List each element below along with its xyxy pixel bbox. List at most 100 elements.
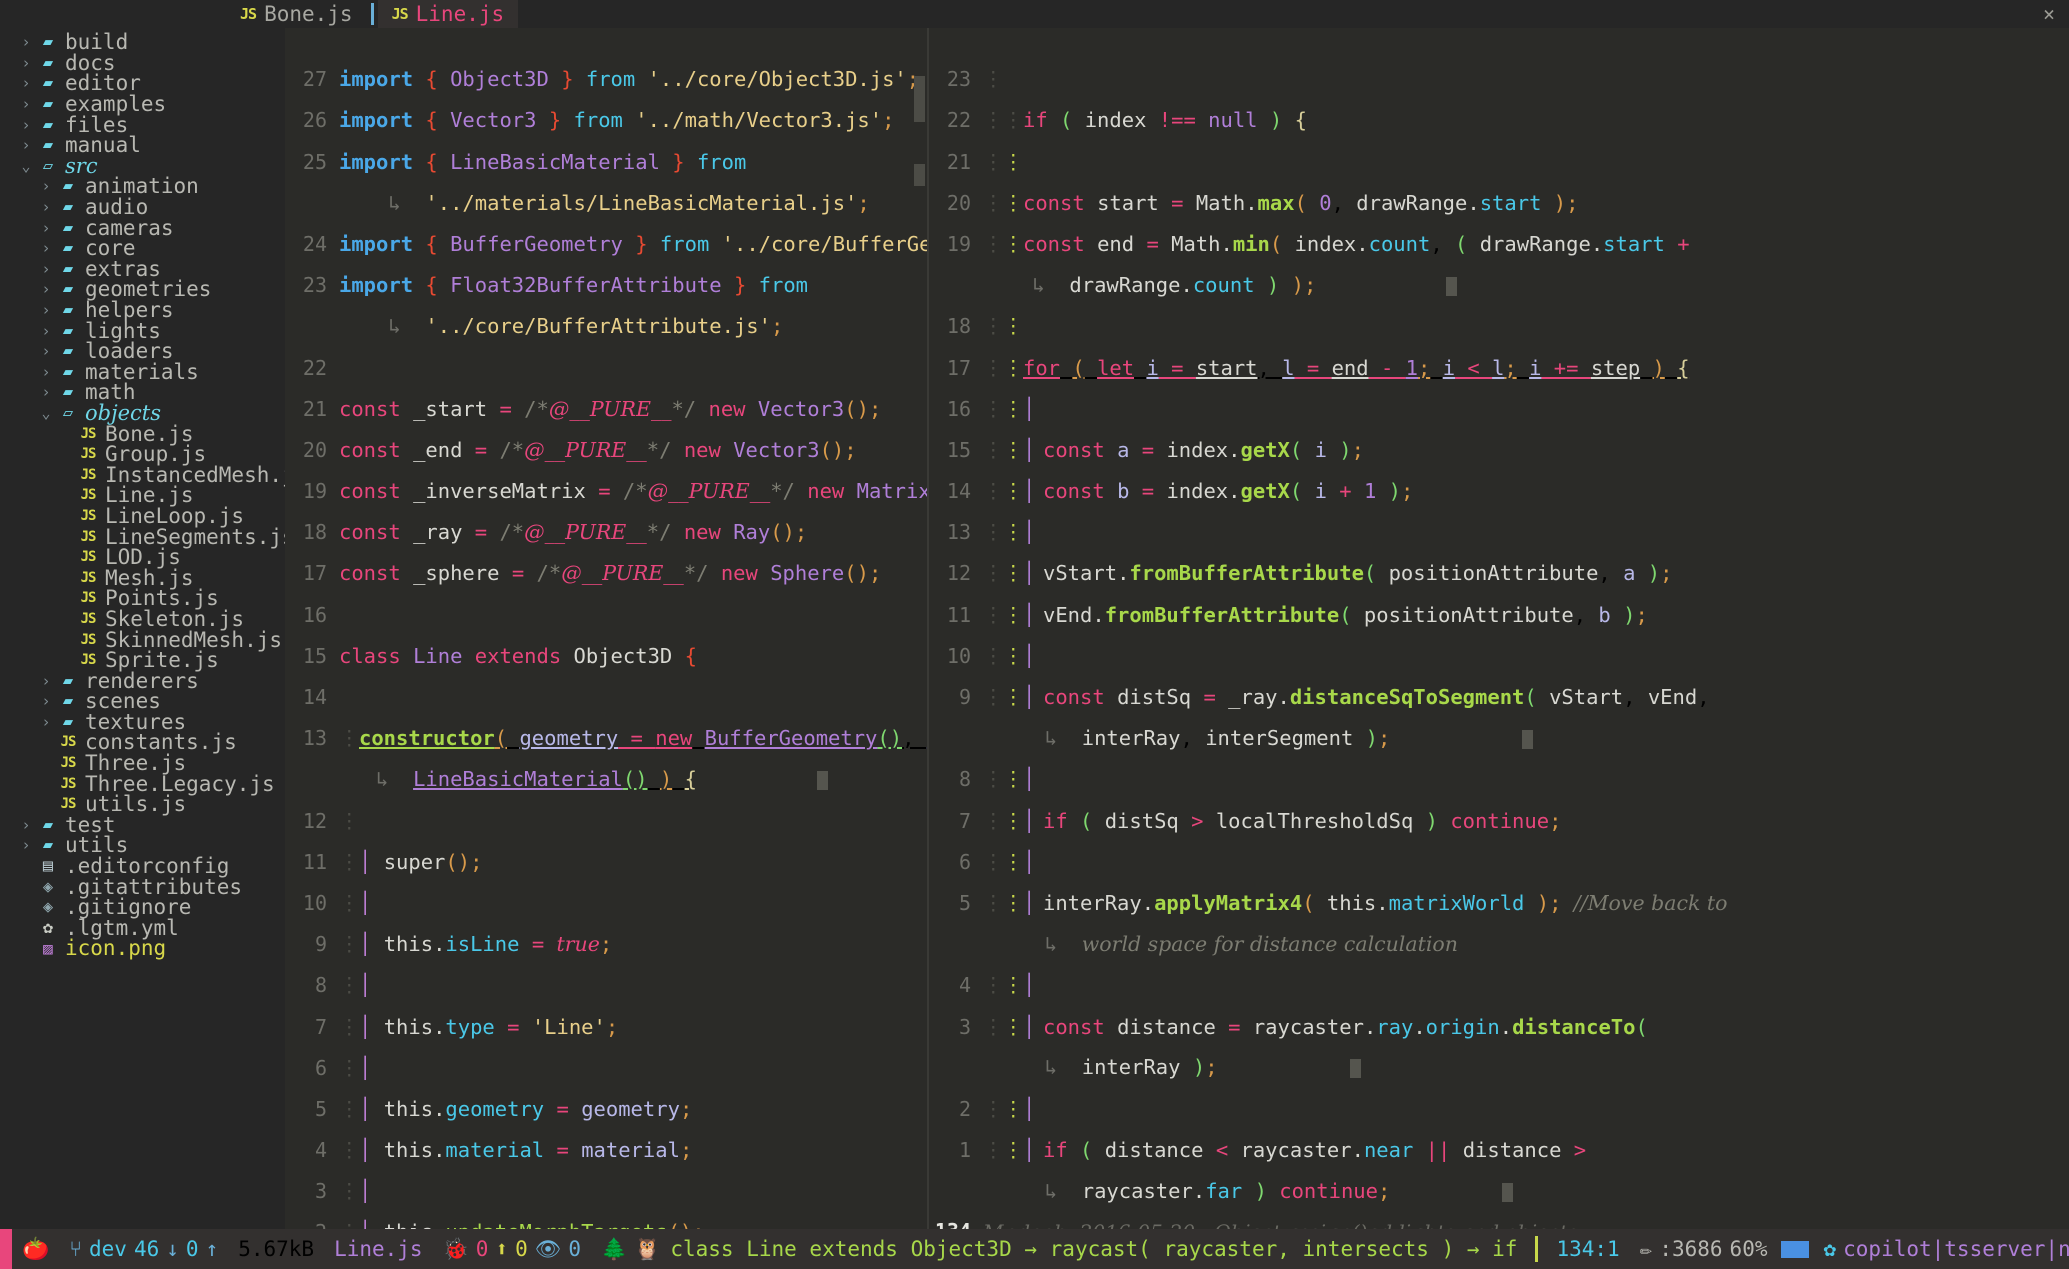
- chevron-right-icon[interactable]: ›: [16, 54, 36, 72]
- chevron-right-icon[interactable]: ›: [16, 116, 36, 134]
- tab-line-js[interactable]: JS Line.js: [377, 0, 519, 28]
- folder-icon: ▰: [62, 711, 74, 732]
- chevron-right-icon[interactable]: ›: [36, 322, 56, 340]
- file-tree-item[interactable]: ▤ .editorconfig: [0, 854, 285, 878]
- file-tree-item[interactable]: › ▰ editor: [0, 71, 285, 95]
- file-tree-item[interactable]: › ▰ test: [0, 813, 285, 837]
- diagnostics[interactable]: 🐞 0 ⬆ 0 👁 0: [433, 1237, 591, 1262]
- chevron-right-icon[interactable]: ›: [36, 363, 56, 381]
- tab-bone-js[interactable]: JS Bone.js: [0, 0, 367, 28]
- chevron-down-icon[interactable]: ⌄: [36, 404, 56, 422]
- file-tree-item[interactable]: ⌄ ▱ src: [0, 154, 285, 178]
- editor-pane-left[interactable]: 27 import { Object3D } from '../core/Obje…: [285, 28, 927, 1229]
- folder-icon: ▰: [42, 52, 54, 73]
- file-tree-item[interactable]: › ▰ math: [0, 380, 285, 404]
- file-tree-item[interactable]: JS Mesh.js: [0, 566, 285, 590]
- file-size: 5.67kB: [238, 1237, 315, 1261]
- file-explorer[interactable]: › ▰ build › ▰ docs › ▰ editor › ▰ examples › ▰ files › ▰…: [0, 28, 285, 1229]
- info-count: 0: [568, 1237, 582, 1261]
- chevron-right-icon[interactable]: ›: [36, 177, 56, 195]
- file-tree-item[interactable]: › ▰ geometries: [0, 277, 285, 301]
- file-tree-item[interactable]: › ▰ audio: [0, 195, 285, 219]
- lsp-services[interactable]: ✿ copilot|tsserver|null-ls: [1813, 1237, 2069, 1261]
- js-file-icon: JS: [80, 652, 97, 669]
- chevron-right-icon[interactable]: ›: [36, 342, 56, 360]
- chevron-right-icon[interactable]: ›: [36, 219, 56, 237]
- cursor-position[interactable]: 134:1: [1546, 1237, 1629, 1261]
- file-tree-item[interactable]: JS LineLoop.js: [0, 504, 285, 528]
- close-icon[interactable]: ×: [2043, 2, 2055, 26]
- chevron-right-icon[interactable]: ›: [16, 836, 36, 854]
- chevron-right-icon[interactable]: ›: [36, 239, 56, 257]
- file-tree-item[interactable]: JS constants.js: [0, 730, 285, 754]
- folder-icon: ▰: [42, 73, 54, 94]
- file-tree-item[interactable]: JS SkinnedMesh.js: [0, 628, 285, 652]
- chevron-right-icon[interactable]: ›: [16, 816, 36, 834]
- file-tree-item[interactable]: ✿ .lgtm.yml: [0, 916, 285, 940]
- chevron-right-icon[interactable]: ›: [36, 301, 56, 319]
- arrow-up-icon: ↑: [205, 1237, 219, 1261]
- scroll-indicator[interactable]: [914, 164, 925, 186]
- file-tree-item[interactable]: › ▰ cameras: [0, 216, 285, 240]
- editor-window: JS Bone.js JS Line.js × › ▰ build › ▰ docs › ▰ e…: [0, 0, 2069, 1269]
- js-file-icon: JS: [80, 610, 97, 627]
- char-count-group: ✏ :3686 60%: [1630, 1237, 1778, 1261]
- chevron-down-icon[interactable]: ⌄: [16, 157, 36, 175]
- file-tree-item[interactable]: › ▰ helpers: [0, 298, 285, 322]
- file-tree-item[interactable]: ⌄ ▱ objects: [0, 401, 285, 425]
- file-tree-item[interactable]: ◈ .gitattributes: [0, 875, 285, 899]
- chevron-right-icon[interactable]: ›: [16, 95, 36, 113]
- code-lines-left[interactable]: 27 import { Object3D } from '../core/Obje…: [285, 28, 927, 1229]
- chevron-right-icon[interactable]: ›: [16, 74, 36, 92]
- chevron-right-icon[interactable]: ›: [36, 672, 56, 690]
- file-tree-item[interactable]: ◈ .gitignore: [0, 895, 285, 919]
- file-tree-item[interactable]: › ▰ textures: [0, 710, 285, 734]
- file-tree-item[interactable]: › ▰ renderers: [0, 669, 285, 693]
- file-tree-item[interactable]: › ▰ animation: [0, 174, 285, 198]
- file-tree-item[interactable]: JS Line.js: [0, 483, 285, 507]
- file-tree-item[interactable]: JS Sprite.js: [0, 648, 285, 672]
- file-tree-item[interactable]: JS LOD.js: [0, 545, 285, 569]
- file-tree-item[interactable]: JS utils.js: [0, 792, 285, 816]
- chevron-right-icon[interactable]: ›: [36, 713, 56, 731]
- js-file-icon: JS: [80, 507, 97, 524]
- file-tree-item[interactable]: JS Three.Legacy.js: [0, 772, 285, 796]
- file-tree-item[interactable]: JS Bone.js: [0, 422, 285, 446]
- file-tree-item[interactable]: JS Skeleton.js: [0, 607, 285, 631]
- file-tree-item[interactable]: › ▰ core: [0, 236, 285, 260]
- file-tree-item[interactable]: › ▰ manual: [0, 133, 285, 157]
- file-tree-item[interactable]: › ▰ scenes: [0, 689, 285, 713]
- file-tree-item[interactable]: › ▰ extras: [0, 257, 285, 281]
- file-tree-item[interactable]: › ▰ files: [0, 113, 285, 137]
- git-sync-down-count: 46: [133, 1237, 160, 1261]
- js-file-icon: JS: [240, 5, 257, 23]
- file-tree-item[interactable]: › ▰ docs: [0, 51, 285, 75]
- chevron-right-icon[interactable]: ›: [36, 260, 56, 278]
- file-tree-item[interactable]: JS Group.js: [0, 442, 285, 466]
- file-tree-item[interactable]: JS Points.js: [0, 586, 285, 610]
- git-branch-status[interactable]: ⑂ dev 46 ↓ 0 ↑: [59, 1237, 228, 1261]
- chevron-right-icon[interactable]: ›: [36, 280, 56, 298]
- file-tree-item[interactable]: › ▰ loaders: [0, 339, 285, 363]
- editor-pane-right[interactable]: 23 ⋮ 22 ⋮ ⋮ if ( index !== null ) { 21 ⋮ ⋮ 20 ⋮…: [927, 28, 2069, 1229]
- chevron-right-icon[interactable]: ›: [16, 136, 36, 154]
- status-bar: 🍅 ⑂ dev 46 ↓ 0 ↑ 5.67kB Line.js 🐞 0 ⬆ 0 👁 0 🌲 …: [0, 1229, 2069, 1269]
- file-tree-item[interactable]: JS Three.js: [0, 751, 285, 775]
- file-tree-item[interactable]: › ▰ examples: [0, 92, 285, 116]
- chevron-right-icon[interactable]: ›: [16, 33, 36, 51]
- file-tree-item[interactable]: › ▰ build: [0, 30, 285, 54]
- file-tree-item[interactable]: JSInstancedMesh.js: [0, 463, 285, 487]
- file-tree-item[interactable]: ▨ icon.png: [0, 936, 285, 960]
- scroll-indicator[interactable]: [914, 76, 925, 122]
- symbol-icons: 🌲 🦉: [591, 1237, 670, 1262]
- file-tree-item[interactable]: › ▰ utils: [0, 833, 285, 857]
- file-tree-item[interactable]: JS LineSegments.js: [0, 525, 285, 549]
- folder-icon: ▰: [42, 814, 54, 835]
- code-lines-right[interactable]: 23 ⋮ 22 ⋮ ⋮ if ( index !== null ) { 21 ⋮ ⋮ 20 ⋮…: [929, 28, 2069, 1229]
- file-tree-item[interactable]: › ▰ materials: [0, 360, 285, 384]
- pencil-icon: ✏: [1639, 1237, 1653, 1261]
- chevron-right-icon[interactable]: ›: [36, 198, 56, 216]
- chevron-right-icon[interactable]: ›: [36, 692, 56, 710]
- chevron-right-icon[interactable]: ›: [36, 383, 56, 401]
- file-tree-item[interactable]: › ▰ lights: [0, 319, 285, 343]
